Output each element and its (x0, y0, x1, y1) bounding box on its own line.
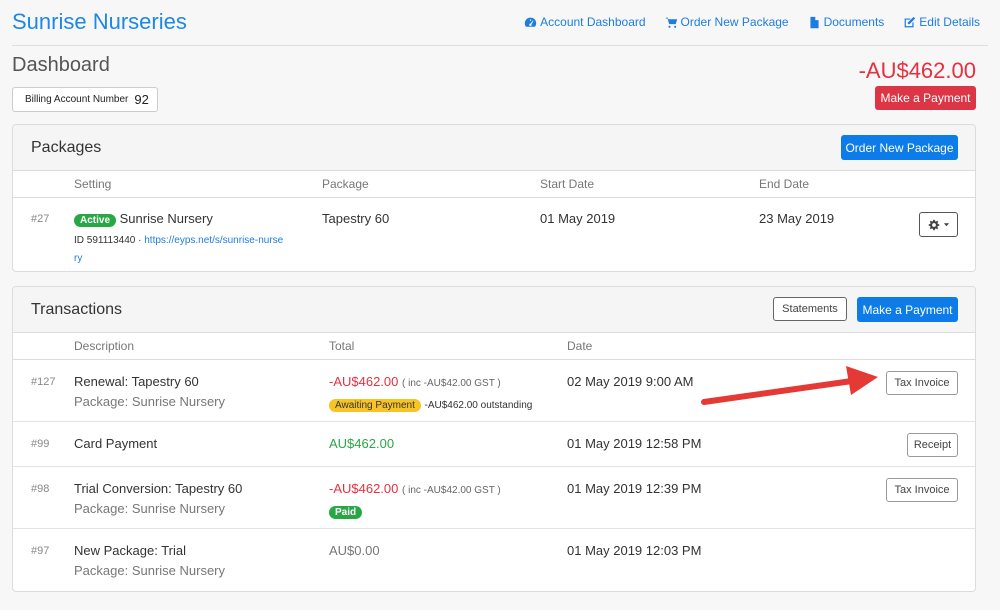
statements-button[interactable]: Statements (773, 297, 847, 321)
gear-icon (928, 219, 939, 230)
package-end-date: 23 May 2019 (759, 211, 835, 226)
setting-name[interactable]: Sunrise Nursery (120, 211, 213, 226)
transaction-row: #97 New Package: Trial Package: Sunrise … (13, 529, 975, 591)
transaction-description: New Package: Trial (74, 543, 186, 558)
package-actions-dropdown[interactable] (919, 212, 958, 237)
package-setting: Active Sunrise Nursery (74, 211, 213, 227)
packages-card: Packages Order New Package Setting Packa… (12, 124, 976, 272)
receipt-button[interactable]: Receipt (907, 433, 958, 457)
column-date: Date (567, 339, 593, 353)
transaction-id: #99 (31, 438, 50, 450)
transaction-date: 01 May 2019 12:39 PM (567, 481, 702, 496)
transaction-date: 01 May 2019 12:58 PM (567, 436, 702, 451)
packages-table-header: Setting Package Start Date End Date (13, 171, 975, 198)
package-id: #27 (31, 213, 50, 225)
transaction-date: 02 May 2019 9:00 AM (567, 374, 694, 389)
billing-account-number: 92 (134, 92, 149, 107)
transactions-card: Transactions Statements Make a Payment D… (12, 286, 976, 592)
nav-documents[interactable]: Documents (808, 15, 885, 29)
billing-account-badge: Billing Account Number 92 (12, 87, 158, 112)
column-total: Total (329, 339, 355, 353)
cart-icon (665, 17, 677, 28)
order-new-package-button[interactable]: Order New Package (841, 135, 958, 160)
package-name: Tapestry 60 (322, 211, 390, 226)
transactions-make-payment-button[interactable]: Make a Payment (857, 297, 958, 322)
transaction-date: 01 May 2019 12:03 PM (567, 543, 702, 558)
transactions-title: Transactions (31, 301, 122, 318)
setting-id: ID 591113440 (74, 235, 136, 246)
transaction-status: Paid (329, 503, 363, 519)
package-start-date: 01 May 2019 (540, 211, 616, 226)
transaction-id: #98 (31, 483, 50, 495)
column-end-date: End Date (759, 177, 810, 191)
transactions-table-header: Description Total Date (13, 333, 975, 360)
top-bar: Sunrise Nurseries Account Dashboard Orde… (12, 0, 988, 46)
brand-title[interactable]: Sunrise Nurseries (12, 9, 187, 35)
tax-invoice-button[interactable]: Tax Invoice (886, 478, 958, 502)
billing-account-label: Billing Account Number (25, 94, 129, 105)
status-badge: Paid (329, 506, 363, 519)
packages-title: Packages (31, 139, 102, 156)
separator: · (135, 235, 145, 246)
transaction-description: Trial Conversion: Tapestry 60 (74, 481, 243, 496)
nav-label: Edit Details (919, 15, 980, 29)
transaction-description: Renewal: Tapestry 60 (74, 374, 199, 389)
setting-url[interactable]: https://eyps.net/s/sunrise-nurse (144, 235, 283, 246)
column-start-date: Start Date (540, 177, 595, 191)
total-amount: AU$462.00 (329, 436, 395, 451)
nav-order-new-package[interactable]: Order New Package (665, 15, 789, 29)
column-setting: Setting (74, 177, 112, 191)
transaction-row: #99 Card Payment AU$462.00 01 May 2019 1… (13, 422, 975, 467)
nav-account-dashboard[interactable]: Account Dashboard (524, 15, 646, 29)
transaction-row: #98 Trial Conversion: Tapestry 60 Packag… (13, 467, 975, 529)
transaction-total: -AU$462.00 ( inc -AU$42.00 GST ) (329, 481, 501, 496)
top-nav: Account Dashboard Order New Package Docu… (524, 15, 980, 29)
transaction-package: Package: Sunrise Nursery (74, 563, 226, 578)
transaction-package: Package: Sunrise Nursery (74, 501, 226, 516)
gst-note: ( inc -AU$42.00 GST ) (402, 378, 501, 389)
caret-down-icon (943, 223, 949, 227)
gst-note: ( inc -AU$42.00 GST ) (402, 485, 501, 496)
transaction-row: #127 Renewal: Tapestry 60 Package: Sunri… (13, 360, 975, 422)
transaction-id: #127 (31, 376, 56, 388)
tax-invoice-button[interactable]: Tax Invoice (886, 371, 958, 395)
transactions-header: Transactions Statements Make a Payment (13, 287, 975, 333)
total-amount: -AU$462.00 (329, 481, 399, 496)
outstanding-note: -AU$462.00 outstanding (424, 400, 533, 411)
transaction-total: -AU$462.00 ( inc -AU$42.00 GST ) (329, 374, 501, 389)
package-row: #27 Active Sunrise Nursery ID 591113440 … (13, 198, 975, 271)
status-badge: Active (74, 214, 117, 227)
make-payment-button[interactable]: Make a Payment (875, 86, 976, 110)
status-badge: Awaiting Payment (329, 399, 421, 412)
document-icon (810, 16, 819, 28)
setting-details: ID 591113440 · https://eyps.net/s/sunris… (74, 231, 314, 267)
column-package: Package (322, 177, 369, 191)
account-balance: -AU$462.00 (858, 58, 976, 83)
packages-header: Packages Order New Package (13, 125, 975, 171)
nav-edit-details[interactable]: Edit Details (903, 15, 980, 29)
dashboard-icon (524, 17, 537, 27)
nav-label: Documents (823, 15, 885, 29)
column-description: Description (74, 339, 135, 353)
transaction-status: Awaiting Payment -AU$462.00 outstanding (329, 396, 532, 412)
setting-url-wrap[interactable]: ry (74, 253, 82, 264)
nav-label: Account Dashboard (540, 15, 646, 29)
total-amount: AU$0.00 (329, 543, 380, 558)
page-title: Dashboard (12, 54, 110, 76)
nav-label: Order New Package (680, 15, 789, 29)
total-amount: -AU$462.00 (329, 374, 399, 389)
transaction-package: Package: Sunrise Nursery (74, 394, 226, 409)
edit-icon (904, 16, 916, 27)
transaction-description: Card Payment (74, 436, 158, 451)
transaction-id: #97 (31, 545, 50, 557)
